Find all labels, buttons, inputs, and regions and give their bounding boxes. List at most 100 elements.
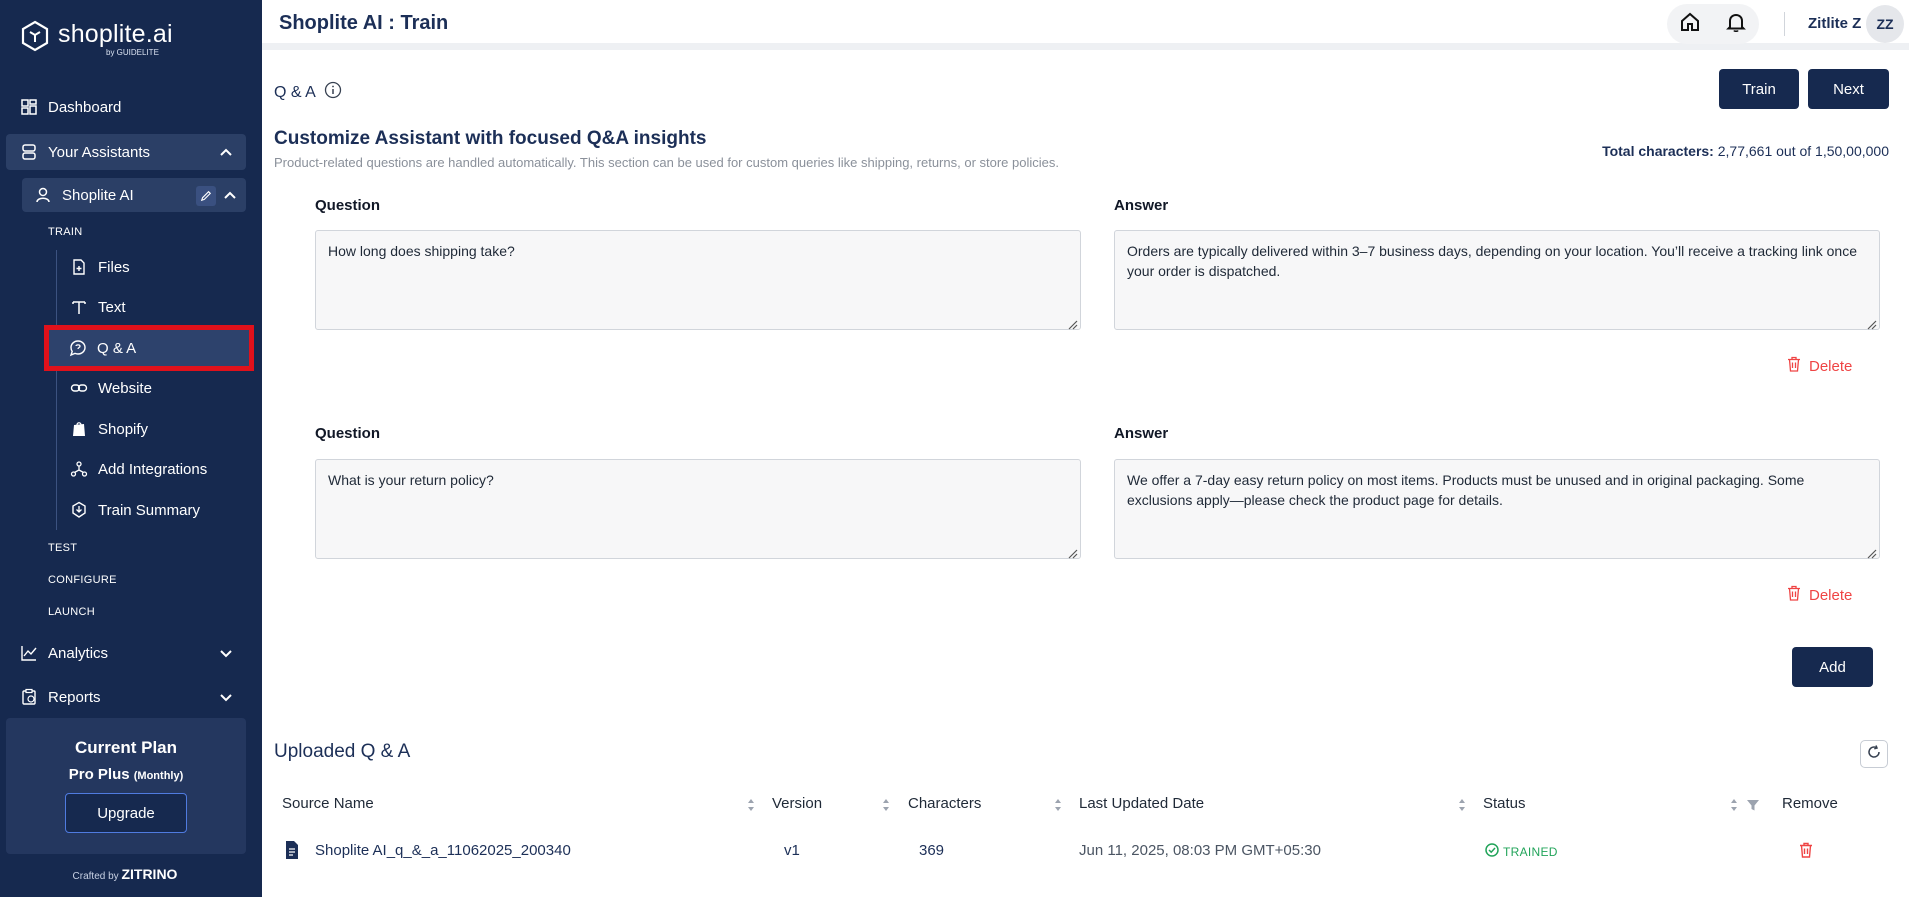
sidebar-item-analytics[interactable]: Analytics [6, 635, 246, 671]
train-button[interactable]: Train [1719, 69, 1799, 109]
resize-grip-icon[interactable] [1865, 544, 1877, 559]
brand-name: shoplite.ai [58, 20, 173, 48]
main-content: Q & A Train Next Customize Assistant wit… [262, 57, 1909, 897]
sidebar-item-label: Text [98, 298, 126, 316]
section-test[interactable]: TEST [48, 542, 77, 554]
sidebar-item-files[interactable]: Files [52, 250, 248, 284]
total-characters-label: Total characters: [1602, 143, 1714, 159]
bell-icon[interactable] [1725, 11, 1747, 38]
total-characters: Total characters: 2,77,661 out of 1,50,0… [1602, 143, 1889, 159]
filter-icon[interactable] [1746, 797, 1760, 813]
answer-field[interactable]: Orders are typically delivered within 3–… [1114, 230, 1880, 330]
sidebar-item-label: Q & A [97, 339, 137, 357]
header-divider [1784, 12, 1785, 36]
chat-question-icon [69, 339, 87, 357]
sidebar-item-q-and-a[interactable]: Q & A [44, 325, 254, 371]
chevron-down-icon [218, 645, 234, 661]
sort-icon[interactable] [1456, 797, 1468, 813]
chevron-down-icon [218, 689, 234, 705]
sidebar-item-shopify[interactable]: Shopify [52, 412, 248, 446]
answer-text: Orders are typically delivered within 3–… [1127, 243, 1857, 279]
answer-text: We offer a 7-day easy return policy on m… [1127, 472, 1805, 508]
sidebar-item-label: Files [98, 258, 130, 276]
edit-assistant-button[interactable] [196, 186, 216, 206]
version-cell: v1 [784, 842, 800, 859]
updated-date-cell: Jun 11, 2025, 08:03 PM GMT+05:30 [1079, 842, 1321, 859]
file-add-icon [70, 258, 88, 276]
remove-row-button[interactable] [1799, 842, 1813, 863]
info-icon[interactable] [324, 81, 342, 104]
delete-qa-button[interactable]: Delete [1787, 356, 1852, 376]
total-characters-value: 2,77,661 out of 1,50,00,000 [1717, 143, 1889, 159]
plan-name: Pro Plus (Monthly) [6, 766, 246, 783]
trash-icon [1787, 356, 1801, 376]
resize-grip-icon[interactable] [1865, 315, 1877, 330]
upgrade-button[interactable]: Upgrade [65, 793, 187, 833]
chevron-up-icon [218, 144, 234, 160]
column-header-status[interactable]: Status [1483, 795, 1526, 812]
column-header-version[interactable]: Version [772, 795, 822, 812]
plan-title: Current Plan [74, 738, 178, 757]
resize-grip-icon[interactable] [1066, 315, 1078, 330]
answer-field[interactable]: We offer a 7-day easy return policy on m… [1114, 459, 1880, 559]
question-label: Question [315, 197, 381, 214]
sidebar-item-website[interactable]: Website [52, 371, 248, 405]
next-button[interactable]: Next [1808, 69, 1889, 109]
sidebar-item-train-summary[interactable]: Train Summary [52, 493, 248, 527]
sidebar-item-add-integrations[interactable]: Add Integrations [52, 452, 248, 486]
delete-label: Delete [1809, 357, 1853, 375]
assistants-icon [20, 143, 38, 161]
sidebar-item-text[interactable]: Text [52, 290, 248, 324]
link-icon [70, 379, 88, 397]
resize-grip-icon[interactable] [1066, 544, 1078, 559]
integrations-icon [70, 460, 88, 478]
shopify-bag-icon [70, 420, 88, 438]
header-icon-group [1667, 4, 1759, 44]
qa-headline: Customize Assistant with focused Q&A ins… [274, 128, 707, 149]
plan-period: (Monthly) [133, 770, 184, 782]
question-field[interactable]: What is your return policy? [315, 459, 1081, 559]
qa-subline: Product-related questions are handled au… [274, 155, 1059, 170]
dashboard-icon [20, 98, 38, 116]
document-icon [284, 840, 300, 865]
delete-qa-button[interactable]: Delete [1787, 585, 1852, 605]
source-name-link[interactable]: Shoplite AI_q_&_a_11062025_200340 [315, 842, 571, 859]
sidebar-item-label: Shoplite AI [62, 186, 134, 204]
sort-icon[interactable] [1728, 797, 1740, 813]
current-plan-card: Current Plan Pro Plus (Monthly) Upgrade [6, 718, 246, 854]
sidebar-item-reports[interactable]: Reports [6, 679, 246, 715]
question-text: What is your return policy? [328, 472, 494, 488]
plan-name-text: Pro Plus [68, 766, 130, 783]
home-icon[interactable] [1679, 11, 1701, 38]
column-header-updated[interactable]: Last Updated Date [1079, 795, 1204, 812]
answer-label: Answer [1114, 425, 1169, 442]
crafted-by: Crafted by ZITRINO [0, 866, 250, 882]
question-label: Question [315, 425, 381, 442]
characters-cell: 369 [919, 842, 945, 859]
analytics-icon [20, 644, 38, 662]
chevron-up-icon[interactable] [222, 187, 238, 203]
sidebar-item-label: Your Assistants [48, 143, 151, 161]
text-icon [70, 298, 88, 316]
refresh-button[interactable] [1860, 740, 1888, 768]
sidebar-item-dashboard[interactable]: Dashboard [6, 89, 246, 125]
question-field[interactable]: How long does shipping take? [315, 230, 1081, 330]
add-qa-button[interactable]: Add [1792, 647, 1873, 687]
column-header-characters[interactable]: Characters [908, 795, 981, 812]
status-badge: TRAINED [1485, 843, 1558, 860]
section-train[interactable]: TRAIN [48, 226, 83, 238]
sort-icon[interactable] [1052, 797, 1064, 813]
sidebar-item-shoplite-ai[interactable]: Shoplite AI [22, 178, 246, 212]
section-configure[interactable]: CONFIGURE [48, 574, 117, 586]
avatar[interactable]: ZZ [1866, 5, 1904, 43]
section-launch[interactable]: LAUNCH [48, 606, 95, 618]
user-name[interactable]: Zitlite Z [1808, 15, 1861, 32]
sort-icon[interactable] [745, 797, 757, 813]
section-heading-text: Q & A [274, 83, 316, 101]
sort-icon[interactable] [880, 797, 892, 813]
sidebar-item-your-assistants[interactable]: Your Assistants [6, 134, 246, 170]
column-header-remove: Remove [1782, 795, 1838, 812]
sidebar-item-label: Analytics [48, 644, 109, 662]
shoplite-logo-icon [20, 20, 50, 57]
column-header-source[interactable]: Source Name [282, 795, 374, 812]
